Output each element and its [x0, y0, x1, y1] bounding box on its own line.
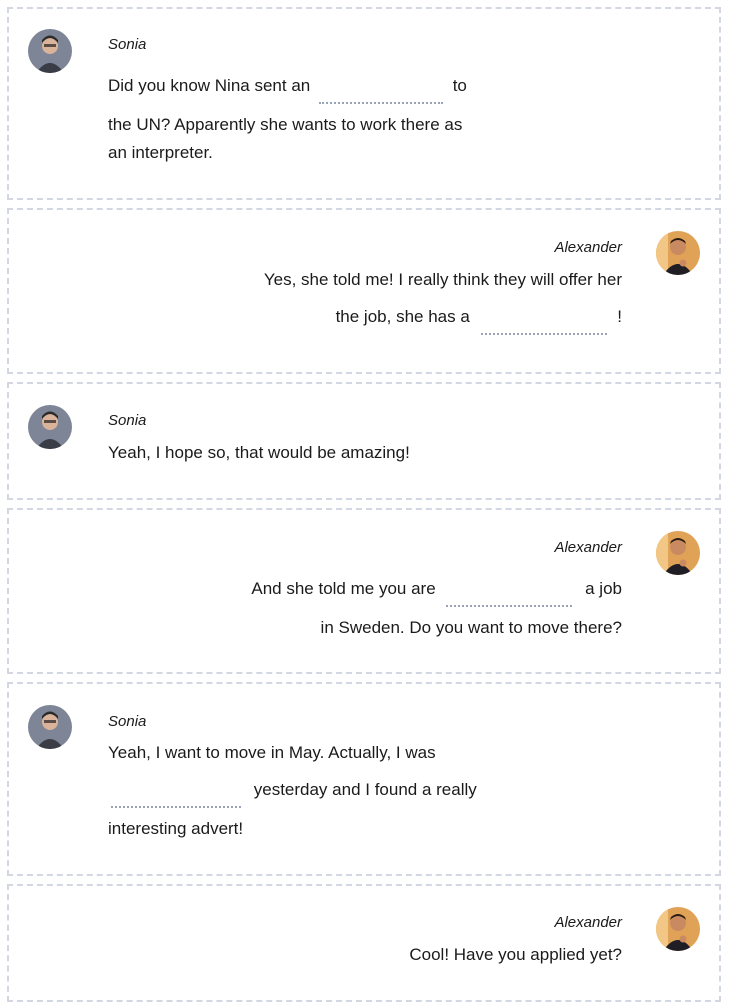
message-card: Sonia Yeah, I hope so, that would be ama… [7, 382, 721, 500]
message-line: yesterday and I found a really [108, 780, 477, 808]
answer-blank[interactable] [480, 307, 607, 335]
speaker-name: Sonia [108, 713, 147, 730]
message-card: Sonia Yeah, I want to move in May. Actua… [7, 682, 721, 876]
message-card: Alexander And she told me you are a job … [7, 508, 721, 674]
message-line: interesting advert! [108, 819, 244, 838]
speaker-name: Alexander [554, 539, 622, 556]
avatar-alexander [656, 231, 700, 275]
message-line: Yeah, I want to move in May. Actually, I… [108, 743, 436, 762]
message-card: Alexander Cool! Have you applied yet? [7, 884, 721, 1002]
message-line: Yes, she told me! I really think they wi… [263, 270, 622, 289]
avatar-sonia [28, 705, 72, 749]
speaker-name: Sonia [108, 36, 147, 53]
answer-blank[interactable] [111, 780, 241, 808]
answer-blank[interactable] [318, 76, 443, 104]
message-line: Cool! Have you applied yet? [409, 945, 622, 964]
avatar-sonia [28, 405, 72, 449]
message-line: Did you know Nina sent an to [108, 76, 467, 104]
message-line: Yeah, I hope so, that would be amazing! [108, 443, 410, 462]
avatar-sonia [28, 29, 72, 73]
speaker-name: Sonia [108, 412, 147, 429]
speaker-name: Alexander [554, 914, 622, 931]
speaker-name: Alexander [554, 239, 622, 256]
message-line: the UN? Apparently she wants to work the… [108, 115, 463, 134]
message-line: the job, she has a ! [336, 307, 622, 335]
message-line: an interpreter. [108, 143, 213, 162]
message-card: Sonia Did you know Nina sent an to the U… [7, 7, 721, 200]
message-card: Alexander Yes, she told me! I really thi… [7, 208, 721, 374]
message-line: And she told me you are a job [251, 579, 622, 607]
avatar-alexander [656, 531, 700, 575]
answer-blank[interactable] [446, 579, 573, 607]
avatar-alexander [656, 907, 700, 951]
message-line: in Sweden. Do you want to move there? [320, 618, 622, 637]
